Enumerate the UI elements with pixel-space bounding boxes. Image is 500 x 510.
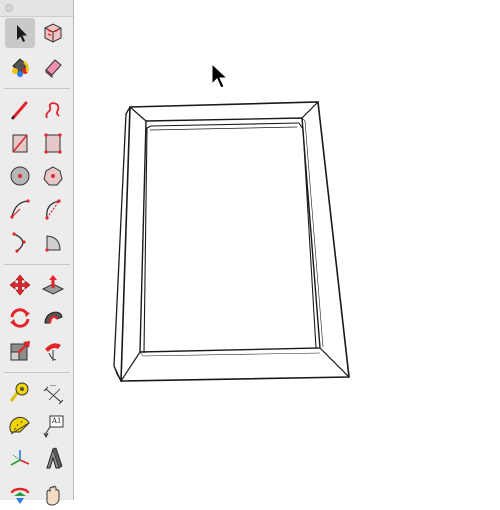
eraser-icon — [45, 59, 62, 79]
palette-titlebar[interactable] — [0, 0, 73, 17]
select-tool-button[interactable] — [5, 18, 35, 48]
axes-tool-button[interactable] — [5, 444, 35, 474]
push-pull-icon — [41, 275, 65, 295]
follow-me-tool-button[interactable] — [38, 303, 68, 333]
polygon-tool-button[interactable] — [38, 161, 68, 191]
tape-measure-tool-button[interactable] — [5, 378, 35, 408]
line-tool-button[interactable] — [5, 95, 35, 125]
move-tool-button[interactable] — [5, 270, 35, 300]
paint-bucket-button[interactable] — [5, 52, 35, 82]
eraser-button[interactable] — [38, 52, 68, 82]
rectangle-tool-button[interactable] — [5, 128, 35, 158]
two-point-arc-icon — [45, 199, 61, 220]
model-viewport[interactable] — [74, 0, 500, 500]
two-point-arc-tool-button[interactable] — [38, 194, 68, 224]
pie-tool-button[interactable] — [38, 227, 68, 257]
tool-palette: — A1 A — [0, 0, 74, 506]
circle-icon — [10, 166, 30, 186]
freehand-tool-button[interactable] — [38, 95, 68, 125]
close-icon[interactable] — [5, 4, 13, 12]
offset-icon — [45, 343, 61, 361]
rotated-rectangle-icon — [44, 133, 62, 154]
offset-tool-button[interactable] — [38, 336, 68, 366]
rotate-tool-button[interactable] — [5, 303, 35, 333]
axes-icon — [10, 450, 30, 466]
select-arrow-icon — [17, 25, 27, 42]
make-component-button[interactable] — [38, 18, 68, 48]
text-tool-button[interactable]: A1 — [38, 411, 68, 441]
picture-frame-model — [113, 101, 350, 382]
dimension-tool-button[interactable]: — — [38, 378, 68, 408]
protractor-tool-button[interactable] — [5, 411, 35, 441]
arc-icon — [10, 199, 30, 219]
freehand-icon — [45, 102, 60, 119]
rectangle-icon — [12, 134, 28, 153]
pan-hand-icon — [46, 485, 60, 506]
toolbar-separator — [4, 372, 70, 373]
scale-tool-button[interactable] — [5, 336, 35, 366]
svg-text:—: — — [50, 383, 56, 389]
make-component-icon — [44, 23, 62, 43]
follow-me-icon — [44, 311, 63, 324]
3d-text-tool-button[interactable]: A — [38, 444, 68, 474]
polygon-icon — [43, 166, 63, 186]
three-point-arc-icon — [12, 232, 26, 253]
paint-bucket-icon — [12, 58, 29, 77]
toolbar-separator — [4, 88, 70, 89]
scale-icon — [10, 341, 30, 361]
circle-tool-button[interactable] — [5, 161, 35, 191]
move-icon — [9, 274, 31, 296]
push-pull-tool-button[interactable] — [38, 270, 68, 300]
dimension-icon: — — [43, 383, 64, 405]
tape-measure-icon — [9, 382, 29, 402]
arc-tool-button[interactable] — [5, 194, 35, 224]
rotated-rectangle-tool-button[interactable] — [38, 128, 68, 158]
toolbar-separator — [4, 264, 70, 265]
three-point-arc-tool-button[interactable] — [5, 227, 35, 257]
pencil-line-icon — [11, 101, 28, 120]
arrow-cursor-icon — [211, 62, 229, 89]
pie-icon — [45, 235, 61, 252]
pan-tool-button[interactable] — [38, 480, 68, 510]
rotate-icon — [10, 308, 30, 328]
protractor-icon — [9, 416, 30, 435]
orbit-tool-button[interactable] — [5, 480, 35, 510]
text-label-icon: A1 — [52, 417, 62, 425]
orbit-icon — [10, 487, 30, 504]
